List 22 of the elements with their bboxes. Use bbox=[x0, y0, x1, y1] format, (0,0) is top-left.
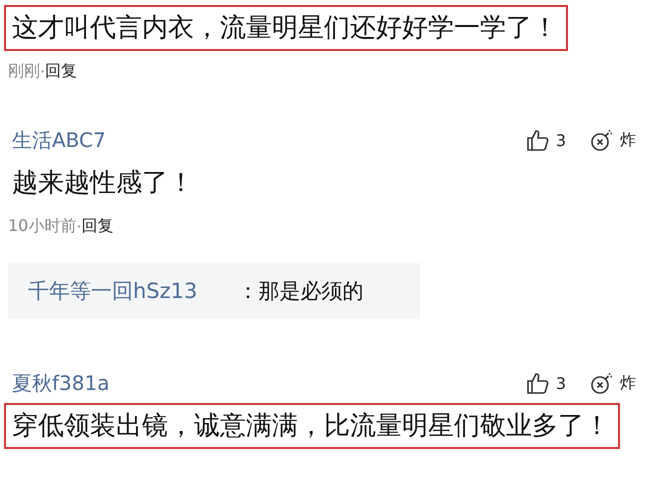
comment-text: 越来越性感了！ bbox=[11, 167, 195, 200]
reply-link[interactable]: 回复 bbox=[45, 61, 78, 82]
bomb-label[interactable]: 炸 bbox=[620, 372, 636, 394]
timestamp: 刚刚 bbox=[8, 61, 40, 82]
bomb-icon bbox=[590, 128, 614, 152]
highlighted-comment-text: 穿低领装出镜，诚意满满，比流量明星们敬业多了！ bbox=[4, 403, 620, 449]
separator-dot: · bbox=[76, 217, 82, 236]
reply-preview[interactable]: 千年等一回hSz13 ：那是必须的 bbox=[8, 263, 420, 319]
reply-text: ：那是必须的 bbox=[237, 278, 364, 305]
highlighted-comment-text: 这才叫代言内衣，流量明星们还好好学一学了！ bbox=[4, 5, 568, 51]
username[interactable]: 夏秋f381a bbox=[12, 370, 526, 396]
reply-link[interactable]: 回复 bbox=[81, 216, 114, 237]
separator-dot: · bbox=[40, 62, 46, 81]
reply-username[interactable]: 千年等一回hSz13 bbox=[28, 277, 198, 305]
like-count: 3 bbox=[556, 130, 566, 150]
timestamp: 10小时前 bbox=[8, 216, 76, 237]
bomb-label[interactable]: 炸 bbox=[620, 130, 636, 150]
bomb-icon bbox=[590, 371, 614, 395]
username[interactable]: 生活ABC7 bbox=[12, 126, 526, 154]
thumbs-up-icon bbox=[526, 128, 550, 152]
thumbs-up-icon bbox=[526, 371, 550, 395]
like-count: 3 bbox=[556, 374, 566, 392]
